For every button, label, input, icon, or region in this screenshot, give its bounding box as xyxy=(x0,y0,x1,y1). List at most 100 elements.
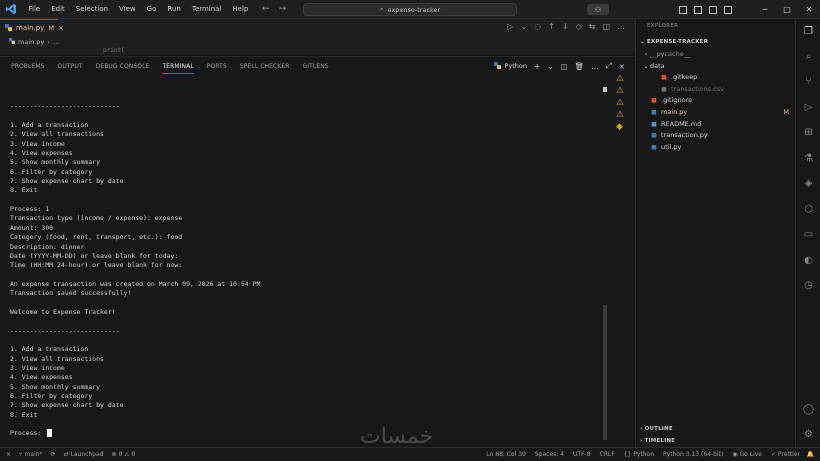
branch-item[interactable]: ⑂ main* xyxy=(19,451,43,458)
tab-problems[interactable]: PROBLEMS xyxy=(11,57,45,77)
terminal-profile[interactable]: Python xyxy=(494,61,527,71)
encoding[interactable]: UTF-8 xyxy=(573,451,591,458)
breadcrumb-file[interactable]: main.py xyxy=(18,38,44,46)
search-icon[interactable]: ⌕ xyxy=(802,50,815,63)
next-change-icon[interactable]: ↓ xyxy=(562,22,569,31)
menu-selection[interactable]: Selection xyxy=(70,5,113,13)
close-panel-icon[interactable]: × xyxy=(619,62,625,71)
forward-arrow-icon[interactable]: → xyxy=(278,4,286,14)
run-debug-icon[interactable]: ▷ xyxy=(802,101,815,114)
run-python-icon[interactable]: ▷ xyxy=(507,22,513,31)
toggle-sidebar-icon[interactable] xyxy=(679,5,687,14)
terminal-prompt-line[interactable]: Process: xyxy=(10,429,600,438)
timeline-icon[interactable]: ◷ xyxy=(802,279,815,292)
run-dropdown-icon[interactable]: ⌄ xyxy=(520,22,527,31)
minimize-button[interactable]: ─ xyxy=(754,5,776,14)
breadcrumb-symbol[interactable]: ... xyxy=(53,38,59,46)
command-center-search[interactable]: ⌕ expense-tracker xyxy=(303,3,517,16)
go-live-button[interactable]: ◉ Go Live xyxy=(732,451,762,458)
menu-go[interactable]: Go xyxy=(141,5,162,13)
launchpad-item[interactable]: ⇄ Launchpad xyxy=(64,451,104,458)
vscode-logo-icon[interactable] xyxy=(4,2,18,16)
outline-label: OUTLINE xyxy=(644,426,673,432)
warning-icon[interactable]: ⚠ xyxy=(616,87,626,96)
tree-item[interactable]: ■ util.py xyxy=(636,142,796,153)
split-editor-icon[interactable]: ◫ xyxy=(602,22,610,31)
menu-help[interactable]: Help xyxy=(227,5,254,13)
extensions-icon[interactable]: ⊞ xyxy=(802,126,815,139)
indentation[interactable]: Spaces: 4 xyxy=(535,451,564,458)
back-arrow-icon[interactable]: ← xyxy=(262,4,270,14)
settings-gear-icon[interactable]: ⚙ xyxy=(802,428,815,441)
cursor-position[interactable]: Ln 68, Col 39 xyxy=(486,451,526,458)
account-icon[interactable]: ◯ xyxy=(802,403,815,416)
menu-terminal[interactable]: Terminal xyxy=(186,5,227,13)
terminal-output[interactable]: ---------------------------- 1. Add a tra… xyxy=(10,93,600,443)
notifications-bell-icon[interactable]: 🔔 xyxy=(807,451,814,458)
terminal-scrollbar[interactable] xyxy=(602,81,608,443)
toggle-panel-icon[interactable] xyxy=(694,5,702,14)
maximize-button[interactable]: □ xyxy=(776,5,798,14)
source-control-icon[interactable]: ⑂ xyxy=(802,75,815,88)
remote-explorer-icon[interactable]: ⬡ xyxy=(802,203,815,216)
tab-spell-checker[interactable]: SPELL CHECKER xyxy=(240,57,290,77)
tab-terminal[interactable]: TERMINAL xyxy=(162,57,195,77)
tree-item[interactable]: ■ transaction.py xyxy=(636,130,796,141)
tab-debug-console[interactable]: DEBUG CONSOLE xyxy=(96,57,150,77)
close-button[interactable]: ✕ xyxy=(798,5,820,14)
python-icon[interactable]: ◈ xyxy=(802,177,815,190)
menu-view[interactable]: View xyxy=(114,5,142,13)
menu-file[interactable]: File xyxy=(23,5,46,13)
previous-change-icon[interactable]: ↑ xyxy=(548,22,555,31)
tree-item[interactable]: ■ .gitignore xyxy=(636,95,796,106)
warning-icon[interactable]: ⚠ xyxy=(616,75,626,84)
tab-ports[interactable]: PORTS xyxy=(207,57,227,77)
line-ending[interactable]: CRLF xyxy=(600,451,615,458)
remote-icon[interactable]: ⨯ xyxy=(6,451,11,458)
language-mode[interactable]: {} Python xyxy=(624,451,654,458)
customize-layout-icon[interactable] xyxy=(724,5,732,14)
python-interpreter[interactable]: Python 3.13 (64-bit) xyxy=(663,451,723,458)
new-terminal-icon[interactable]: + xyxy=(534,62,540,71)
terminal-line: Process: 1 xyxy=(10,205,50,214)
menu-run[interactable]: Run xyxy=(162,5,186,13)
tree-item[interactable]: ■ README.md xyxy=(636,119,796,130)
more-actions-icon[interactable]: … xyxy=(591,62,599,71)
problems-item[interactable]: ⊗ 0 ⚠ 0 xyxy=(112,451,136,458)
gitlens-icon[interactable]: ◐ xyxy=(802,254,815,267)
testing-icon[interactable]: ⚗ xyxy=(802,152,815,165)
tab-output[interactable]: OUTPUT xyxy=(58,57,83,77)
warning-icon[interactable]: ⚠ xyxy=(616,99,626,108)
warning-icon[interactable]: ⚠ xyxy=(616,111,626,120)
tree-item[interactable]: ›▸__pycache__ xyxy=(636,49,796,60)
copilot-icon[interactable]: ⚇ xyxy=(587,4,609,15)
workspace-section[interactable]: ⌄ EXPENSE-TRACKER xyxy=(640,39,708,45)
split-terminal-icon[interactable]: ◫ xyxy=(561,62,568,71)
folder-icon[interactable]: ▭ xyxy=(802,228,815,241)
terminal-dropdown-icon[interactable]: ⌄ xyxy=(547,62,553,71)
open-changes-icon[interactable]: ◇ xyxy=(576,22,582,31)
menu-edit[interactable]: Edit xyxy=(46,5,71,13)
tab-gitlens[interactable]: GITLENS xyxy=(303,57,329,77)
tree-item[interactable]: ■ main.py M xyxy=(636,107,796,118)
outline-section[interactable]: › OUTLINE xyxy=(640,426,673,432)
more-actions-icon[interactable]: … xyxy=(617,22,625,31)
prettier-item[interactable]: ✓ Prettier xyxy=(771,451,800,458)
tab-close-icon[interactable]: × xyxy=(58,24,64,32)
kill-terminal-icon[interactable]: 🗑 xyxy=(575,62,585,71)
gitlens-compare-icon[interactable]: ◌ xyxy=(534,22,541,31)
explorer-icon[interactable]: ❐ xyxy=(802,25,815,38)
tab-main-py[interactable]: main.py M × xyxy=(0,19,64,36)
tree-item[interactable]: ⌄▸data xyxy=(636,61,796,72)
toggle-diff-icon[interactable]: ⇆ xyxy=(589,22,596,31)
tree-item[interactable]: ■ transactions.csv xyxy=(636,84,796,95)
sync-icon[interactable]: ⟳ xyxy=(51,451,56,458)
scrollbar-thumb[interactable] xyxy=(603,305,607,440)
toggle-secondary-sidebar-icon[interactable] xyxy=(709,5,717,14)
tree-item[interactable]: ■ .gitkeep xyxy=(636,72,796,83)
maximize-panel-icon[interactable]: ⤢ xyxy=(606,61,612,71)
lightbulb-icon[interactable]: ◆ xyxy=(616,123,626,132)
timeline-section[interactable]: › TIMELINE xyxy=(640,438,675,444)
